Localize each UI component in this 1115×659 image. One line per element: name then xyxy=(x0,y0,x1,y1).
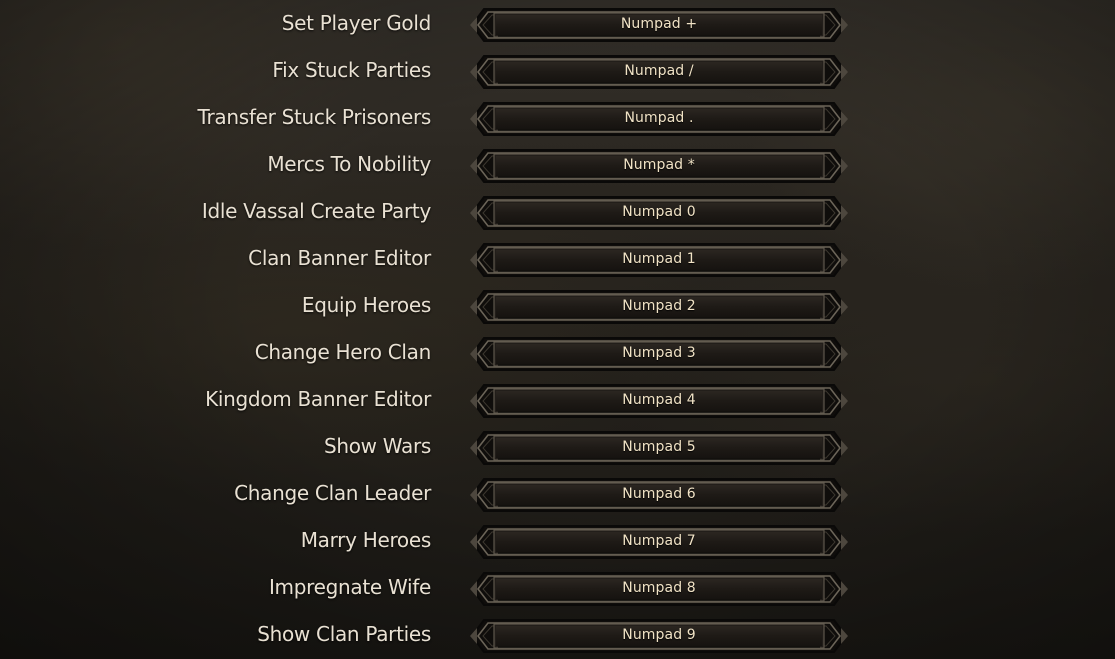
keybinding-value: Numpad * xyxy=(623,157,695,173)
keybinding-button[interactable]: Numpad 1 xyxy=(468,241,850,279)
keybinding-button[interactable]: Numpad 8 xyxy=(468,570,850,608)
keybinding-row: Idle Vassal Create Party Numpad 0 xyxy=(0,189,1115,236)
keybinding-value: Numpad 2 xyxy=(622,298,696,314)
keybinding-label: Set Player Gold xyxy=(281,11,432,35)
keybinding-value: Numpad 0 xyxy=(622,204,696,220)
keybinding-value: Numpad 1 xyxy=(622,251,696,267)
keybinding-row: Equip Heroes Numpad 2 xyxy=(0,283,1115,330)
keybinding-row: Transfer Stuck Prisoners Numpad . xyxy=(0,95,1115,142)
keybinding-button[interactable]: Numpad / xyxy=(468,53,850,91)
keybinding-label: Clan Banner Editor xyxy=(248,246,431,270)
keybinding-label: Idle Vassal Create Party xyxy=(201,199,431,223)
keybinding-label: Mercs To Nobility xyxy=(267,152,431,176)
keybinding-button[interactable]: Numpad 9 xyxy=(468,617,850,655)
keybinding-label: Show Wars xyxy=(323,434,431,458)
keybinding-row: Show Wars Numpad 5 xyxy=(0,424,1115,471)
keybinding-row: Show Clan Parties Numpad 9 xyxy=(0,612,1115,659)
keybinding-row: Fix Stuck Parties Numpad / xyxy=(0,48,1115,95)
keybinding-label: Equip Heroes xyxy=(301,293,431,317)
keybinding-button[interactable]: Numpad 6 xyxy=(468,476,850,514)
keybinding-value: Numpad 7 xyxy=(622,533,696,549)
keybinding-button[interactable]: Numpad 4 xyxy=(468,382,850,420)
keybinding-value: Numpad 9 xyxy=(622,627,696,643)
keybinding-value: Numpad . xyxy=(624,110,694,126)
keybinding-value: Numpad + xyxy=(620,16,698,32)
keybinding-row: Impregnate Wife Numpad 8 xyxy=(0,565,1115,612)
keybinding-value: Numpad 6 xyxy=(622,486,696,502)
keybinding-button[interactable]: Numpad 5 xyxy=(468,429,850,467)
keybinding-label: Impregnate Wife xyxy=(268,575,431,599)
keybinding-row: Change Clan Leader Numpad 6 xyxy=(0,471,1115,518)
keybinding-button[interactable]: Numpad + xyxy=(468,6,850,44)
keybinding-label: Kingdom Banner Editor xyxy=(205,387,431,411)
keybinding-value: Numpad / xyxy=(624,63,694,79)
keybinding-row: Change Hero Clan Numpad 3 xyxy=(0,330,1115,377)
keybinding-row: Kingdom Banner Editor Numpad 4 xyxy=(0,377,1115,424)
keybinding-value: Numpad 4 xyxy=(622,392,696,408)
keybinding-button[interactable]: Numpad 2 xyxy=(468,288,850,326)
keybinding-label: Show Clan Parties xyxy=(257,622,431,646)
keybinding-value: Numpad 5 xyxy=(622,439,696,455)
keybinding-row: Mercs To Nobility Numpad * xyxy=(0,142,1115,189)
keybinding-button[interactable]: Numpad 0 xyxy=(468,194,850,232)
keybinding-button[interactable]: Numpad 7 xyxy=(468,523,850,561)
keybinding-button[interactable]: Numpad . xyxy=(468,100,850,138)
keybinding-row: Marry Heroes Numpad 7 xyxy=(0,518,1115,565)
keybinding-value: Numpad 8 xyxy=(622,580,696,596)
keybinding-value: Numpad 3 xyxy=(622,345,696,361)
keybinding-settings-list: Set Player Gold Numpad + Fix Stuck Parti… xyxy=(0,1,1115,659)
keybinding-row: Clan Banner Editor Numpad 1 xyxy=(0,236,1115,283)
keybinding-label: Change Hero Clan xyxy=(254,340,432,364)
keybinding-button[interactable]: Numpad 3 xyxy=(468,335,850,373)
keybinding-label: Change Clan Leader xyxy=(234,481,431,505)
keybinding-row: Set Player Gold Numpad + xyxy=(0,1,1115,48)
keybinding-button[interactable]: Numpad * xyxy=(468,147,850,185)
keybinding-label: Marry Heroes xyxy=(300,528,432,552)
keybinding-label: Transfer Stuck Prisoners xyxy=(197,105,432,129)
keybinding-label: Fix Stuck Parties xyxy=(272,58,431,82)
